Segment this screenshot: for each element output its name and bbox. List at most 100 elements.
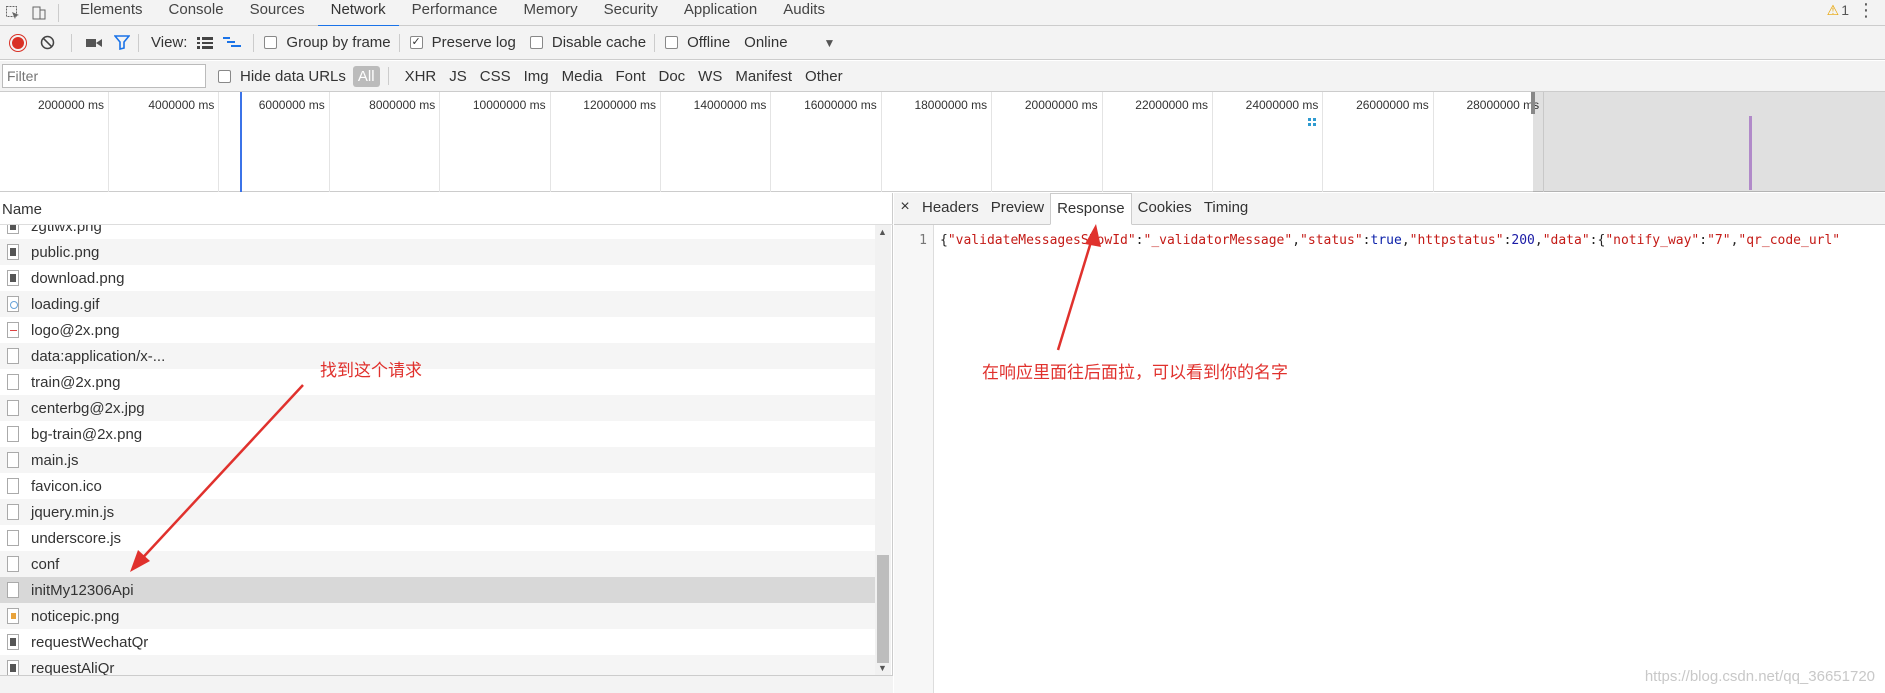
response-token: "data" <box>1542 233 1590 248</box>
close-detail-icon[interactable]: × <box>894 193 916 224</box>
tab-security[interactable]: Security <box>591 0 671 26</box>
device-toolbar-icon[interactable] <box>26 0 52 26</box>
request-row[interactable]: jquery.min.js <box>0 499 875 525</box>
request-row[interactable]: centerbg@2x.jpg <box>0 395 875 421</box>
detail-tab-preview[interactable]: Preview <box>985 193 1050 224</box>
request-row[interactable]: download.png <box>0 265 875 291</box>
request-name: public.png <box>31 243 100 261</box>
filter-type-all[interactable]: All <box>352 65 380 87</box>
request-row[interactable]: main.js <box>0 447 875 473</box>
tab-memory[interactable]: Memory <box>511 0 591 26</box>
detail-tabs: × Headers Preview Response Cookies Timing <box>894 193 1885 225</box>
disable-cache-checkbox[interactable]: Disable cache <box>529 34 646 51</box>
detail-tab-response[interactable]: Response <box>1050 193 1132 225</box>
response-token: "7" <box>1707 233 1731 248</box>
request-row[interactable]: data:application/x-... <box>0 343 875 369</box>
request-row[interactable]: train@2x.png <box>0 369 875 395</box>
watermark: https://blog.csdn.net/qq_36651720 <box>1644 668 1875 685</box>
filter-type-css[interactable]: CSS <box>475 66 516 87</box>
request-list: zgtiwx.png public.png download.png loading.… <box>0 225 875 675</box>
customize-menu-icon[interactable]: ⋮ <box>1857 0 1875 20</box>
tab-audits[interactable]: Audits <box>770 0 838 26</box>
response-token: , <box>1401 233 1410 248</box>
network-toolbar: View: Group by frame ✓ Preserve log Disab… <box>0 26 1885 60</box>
inspect-element-icon[interactable] <box>0 0 26 26</box>
filter-type-media[interactable]: Media <box>557 66 608 87</box>
checkbox-box[interactable] <box>665 36 679 49</box>
timeline-tick-label: 22000000 ms <box>1135 98 1208 112</box>
request-row[interactable]: favicon.ico <box>0 473 875 499</box>
blank-file-icon <box>7 374 19 390</box>
waterfall-icon <box>223 36 242 47</box>
request-row[interactable]: zgtiwx.png <box>0 225 875 239</box>
overview-toggle-button[interactable] <box>223 36 242 49</box>
timeline-selection-shade[interactable] <box>1533 92 1885 192</box>
preserve-log-checkbox[interactable]: ✓ Preserve log <box>409 34 516 51</box>
request-row[interactable]: noticepic.png <box>0 603 875 629</box>
response-token: , <box>1534 233 1543 248</box>
detail-tab-cookies[interactable]: Cookies <box>1132 193 1198 224</box>
filter-type-ws[interactable]: WS <box>693 66 727 87</box>
clear-button[interactable] <box>40 35 55 50</box>
tab-application[interactable]: Application <box>671 0 770 26</box>
view-label: View: <box>151 34 188 51</box>
group-by-frame-checkbox[interactable]: Group by frame <box>264 34 391 51</box>
timeline-selection-handle[interactable] <box>1531 92 1535 114</box>
request-row[interactable]: requestAliQr <box>0 655 875 675</box>
scroll-down-arrow-icon[interactable]: ▼ <box>878 663 887 673</box>
request-row[interactable]: requestWechatQr <box>0 629 875 655</box>
checkbox-box[interactable]: ✓ <box>409 36 423 49</box>
filter-type-js[interactable]: JS <box>444 66 472 87</box>
blank-file-icon <box>7 530 19 546</box>
record-button[interactable] <box>10 34 26 51</box>
request-row[interactable]: logo@2x.png <box>0 317 875 343</box>
response-token: true <box>1370 233 1402 248</box>
request-name: data:application/x-... <box>31 347 166 365</box>
request-row[interactable]: loading.gif <box>0 291 875 317</box>
filter-type-font[interactable]: Font <box>610 66 650 87</box>
request-name: noticepic.png <box>31 607 120 625</box>
filter-input[interactable] <box>2 64 206 88</box>
request-name: logo@2x.png <box>31 321 120 339</box>
filter-toggle-button[interactable] <box>114 35 130 50</box>
blank-file-icon <box>7 452 19 468</box>
request-row[interactable]: public.png <box>0 239 875 265</box>
request-row[interactable]: conf <box>0 551 875 577</box>
checkbox-box[interactable] <box>529 36 543 49</box>
filter-type-other[interactable]: Other <box>800 66 848 87</box>
network-overview-timeline[interactable]: 2000000 ms 4000000 ms 6000000 ms 8000000 ms… <box>0 92 1885 192</box>
response-token: "notify_way" <box>1605 233 1700 248</box>
filter-type-xhr[interactable]: XHR <box>400 66 442 87</box>
scroll-up-arrow-icon[interactable]: ▲ <box>878 227 887 237</box>
request-row[interactable]: initMy12306Api <box>0 577 875 603</box>
name-column-header[interactable]: Name <box>0 193 893 225</box>
tab-sources[interactable]: Sources <box>237 0 318 26</box>
request-row[interactable]: underscore.js <box>0 525 875 551</box>
detail-tab-headers[interactable]: Headers <box>916 193 985 224</box>
devtools-tab-bar: Elements Console Sources Network Performance… <box>0 0 1885 27</box>
scrollbar-thumb[interactable] <box>877 555 889 663</box>
filter-type-doc[interactable]: Doc <box>653 66 690 87</box>
tab-separator <box>58 3 59 22</box>
request-list-scrollbar[interactable]: ▲ ▼ <box>875 225 891 675</box>
tab-network[interactable]: Network <box>317 0 399 27</box>
offline-checkbox[interactable]: Offline <box>665 34 730 51</box>
checkbox-box[interactable] <box>264 36 278 49</box>
large-rows-button[interactable] <box>197 36 214 49</box>
response-body[interactable]: {"validateMessagesShowId":"_validatorMes… <box>940 233 1885 248</box>
checkbox-box[interactable] <box>218 69 231 83</box>
blank-file-icon <box>7 556 19 572</box>
tab-elements[interactable]: Elements <box>67 0 156 26</box>
warnings-counter[interactable]: ⚠ 1 <box>1827 2 1849 19</box>
hide-data-urls-checkbox[interactable]: Hide data URLs <box>218 68 346 85</box>
detail-tab-timing[interactable]: Timing <box>1198 193 1254 224</box>
request-name: train@2x.png <box>31 373 121 391</box>
response-token: "validateMessagesShowId" <box>947 233 1136 248</box>
tab-performance[interactable]: Performance <box>399 0 511 26</box>
tab-console[interactable]: Console <box>156 0 237 26</box>
capture-screenshots-button[interactable] <box>86 37 102 49</box>
throttling-select[interactable]: Online ▼ <box>744 34 835 51</box>
filter-type-img[interactable]: Img <box>519 66 554 87</box>
filter-type-manifest[interactable]: Manifest <box>730 66 797 87</box>
request-row[interactable]: bg-train@2x.png <box>0 421 875 447</box>
